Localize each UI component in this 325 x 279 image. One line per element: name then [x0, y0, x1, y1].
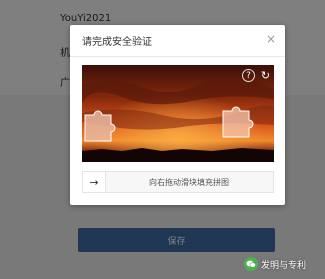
refresh-icon[interactable]: ↻: [259, 69, 272, 82]
dialog-title: 请完成安全验证: [82, 37, 152, 48]
wechat-logo-icon: [244, 257, 258, 271]
arrow-right-icon: →: [89, 175, 99, 189]
slider-hint: 向右拖动滑块填充拼图: [149, 177, 229, 187]
captcha-image: ? ↻: [82, 65, 274, 162]
watermark-text: 发明与专利: [261, 260, 307, 271]
security-verification-dialog: 请完成安全验证 × ? ↻ → 向右拖动滑块填充拼图: [70, 25, 285, 205]
title-divider: [70, 56, 285, 57]
help-icon[interactable]: ?: [242, 69, 255, 82]
watermark: 发明与专利: [244, 257, 306, 271]
slider-track[interactable]: → 向右拖动滑块填充拼图: [82, 171, 274, 193]
slider-handle[interactable]: →: [83, 172, 106, 192]
close-icon[interactable]: ×: [265, 33, 277, 45]
